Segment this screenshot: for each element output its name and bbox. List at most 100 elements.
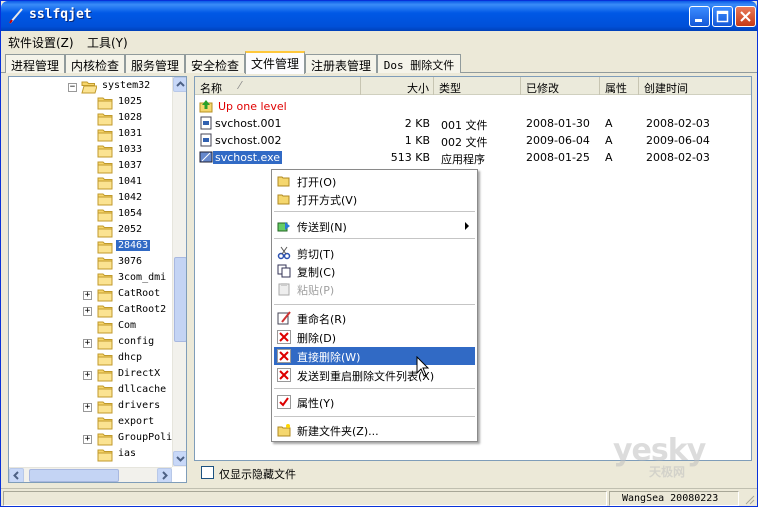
tab-dos-delete[interactable]: Dos 删除文件 xyxy=(377,54,461,73)
tab-service-manager[interactable]: 服务管理 xyxy=(125,54,185,73)
tree-item-label: 1037 xyxy=(118,160,143,171)
expand-icon[interactable]: + xyxy=(83,307,92,316)
up-one-level-row[interactable]: Up one level xyxy=(195,98,751,115)
menu-item-cut[interactable]: 剪切(T) xyxy=(274,244,475,262)
delete-icon xyxy=(277,368,291,382)
tree-item-label: 1033 xyxy=(118,144,143,155)
tab-security-check[interactable]: 安全检查 xyxy=(185,54,245,73)
chevron-right-icon xyxy=(162,471,168,480)
menu-item-new-folder[interactable]: 新建文件夹(Z)... xyxy=(274,421,475,439)
tab-strip: 进程管理 内核检查 服务管理 安全检查 文件管理 注册表管理 Dos 删除文件 xyxy=(1,51,757,74)
scroll-left-button[interactable] xyxy=(9,468,24,482)
status-bar: WangSea 20080223 xyxy=(1,488,757,507)
column-created[interactable]: 创建时间 xyxy=(639,77,751,95)
close-icon xyxy=(740,11,751,22)
tree-item-label: 2052 xyxy=(118,224,143,235)
menu-item-copy[interactable]: 复制(C) xyxy=(274,262,475,280)
column-attributes[interactable]: 属性 xyxy=(600,77,639,95)
menu-item-send-to[interactable]: 传送到(N) xyxy=(274,217,475,235)
folder-icon xyxy=(97,384,113,398)
menu-separator xyxy=(274,304,475,305)
tree-item-label: 3com_dmi xyxy=(118,272,167,283)
maximize-button[interactable] xyxy=(712,6,733,27)
column-type[interactable]: 类型 xyxy=(434,77,521,95)
folder-icon xyxy=(97,432,113,446)
menu-item-delete[interactable]: 删除(D) xyxy=(274,328,475,346)
menu-item-open[interactable]: 打开(O) xyxy=(274,172,475,190)
menu-bar: 软件设置(Z) 工具(Y) xyxy=(1,32,757,51)
file-type: 应用程序 xyxy=(441,153,485,166)
tree-horizontal-scrollbar[interactable] xyxy=(9,467,172,482)
table-row[interactable]: svchost.001 2 KB 001 文件 2008-01-30 A 200… xyxy=(195,115,751,132)
tree-item-label: system32 xyxy=(102,80,151,91)
file-icon xyxy=(199,116,213,130)
tree-item-label: dllcache xyxy=(118,384,167,395)
folder-icon xyxy=(97,224,113,238)
maximize-icon xyxy=(716,10,729,23)
expand-icon[interactable]: + xyxy=(83,435,92,444)
scroll-up-button[interactable] xyxy=(173,77,186,92)
app-pen-icon xyxy=(9,8,23,24)
scroll-thumb-horizontal[interactable] xyxy=(29,469,119,482)
delete-icon xyxy=(277,330,291,344)
folder-tree[interactable]: − system32 1025 1028 1031 1033 1037 1041 1042 105… xyxy=(8,76,187,483)
scroll-down-button[interactable] xyxy=(173,451,186,466)
tree-item-label: 1031 xyxy=(118,128,143,139)
folder-icon xyxy=(97,144,113,158)
expand-icon[interactable]: + xyxy=(83,371,92,380)
menu-item-send-to-reboot-delete-list[interactable]: 发送到重启删除文件列表(X) xyxy=(274,366,475,384)
tree-item-label: ias xyxy=(118,448,137,459)
folder-icon xyxy=(97,352,113,366)
checkbox-box[interactable] xyxy=(201,466,214,479)
menu-tools[interactable]: 工具(Y) xyxy=(87,34,128,51)
file-attributes: A xyxy=(605,117,613,130)
close-button[interactable] xyxy=(735,6,756,27)
column-size[interactable]: 大小 xyxy=(361,77,434,95)
menu-separator xyxy=(274,211,475,212)
tree-item-label: 1042 xyxy=(118,192,143,203)
tree-item-label: dhcp xyxy=(118,352,143,363)
status-cell-main xyxy=(3,491,607,506)
tree-item-label: 1054 xyxy=(118,208,143,219)
file-modified: 2008-01-25 xyxy=(526,151,590,164)
file-created: 2009-06-04 xyxy=(646,134,710,147)
tree-vertical-scrollbar[interactable] xyxy=(172,77,186,467)
tree-item-label: 3076 xyxy=(118,256,143,267)
chevron-left-icon xyxy=(13,471,19,480)
file-modified: 2008-01-30 xyxy=(526,117,590,130)
menu-item-paste[interactable]: 粘贴(P) xyxy=(274,280,475,298)
folder-icon xyxy=(97,320,113,334)
scroll-right-button[interactable] xyxy=(157,468,172,482)
minimize-button[interactable] xyxy=(689,6,710,27)
folder-icon xyxy=(97,416,113,430)
table-row[interactable]: svchost.002 1 KB 002 文件 2009-06-04 A 200… xyxy=(195,132,751,149)
tree-item-label: export xyxy=(118,416,155,427)
tree-item-label: CatRoot xyxy=(118,288,161,299)
folder-icon xyxy=(97,96,113,110)
file-modified: 2009-06-04 xyxy=(526,134,590,147)
copy-icon xyxy=(277,264,291,278)
tree-item-label: 28463 xyxy=(116,240,151,251)
menu-item-rename[interactable]: 重命名(R) xyxy=(274,309,475,327)
menu-software-settings[interactable]: 软件设置(Z) xyxy=(8,34,74,51)
menu-item-properties[interactable]: 属性(Y) xyxy=(274,393,475,411)
collapse-icon[interactable]: − xyxy=(68,83,77,92)
expand-icon[interactable]: + xyxy=(83,403,92,412)
up-one-level-label: Up one level xyxy=(218,100,287,113)
menu-item-open-with[interactable]: 打开方式(V) xyxy=(274,190,475,208)
delete-icon xyxy=(277,349,291,363)
tab-kernel-check[interactable]: 内核检查 xyxy=(65,54,125,73)
menu-item-delete-directly[interactable]: 直接删除(W) xyxy=(274,347,475,365)
tree-item-label: config xyxy=(118,336,155,347)
folder-icon xyxy=(97,160,113,174)
column-modified[interactable]: 已修改 xyxy=(521,77,600,95)
tab-process-manager[interactable]: 进程管理 xyxy=(5,54,65,73)
title-bar[interactable]: sslfqjet xyxy=(1,1,757,31)
expand-icon[interactable]: + xyxy=(83,291,92,300)
expand-icon[interactable]: + xyxy=(83,339,92,348)
table-row-selected[interactable]: svchost.exe 513 KB 应用程序 2008-01-25 A 200… xyxy=(195,149,751,166)
tab-file-manager[interactable]: 文件管理 xyxy=(245,51,305,74)
tab-registry-manager[interactable]: 注册表管理 xyxy=(305,54,377,73)
scroll-thumb[interactable] xyxy=(174,257,186,342)
column-name[interactable]: 名称 ⁄ xyxy=(195,77,361,95)
